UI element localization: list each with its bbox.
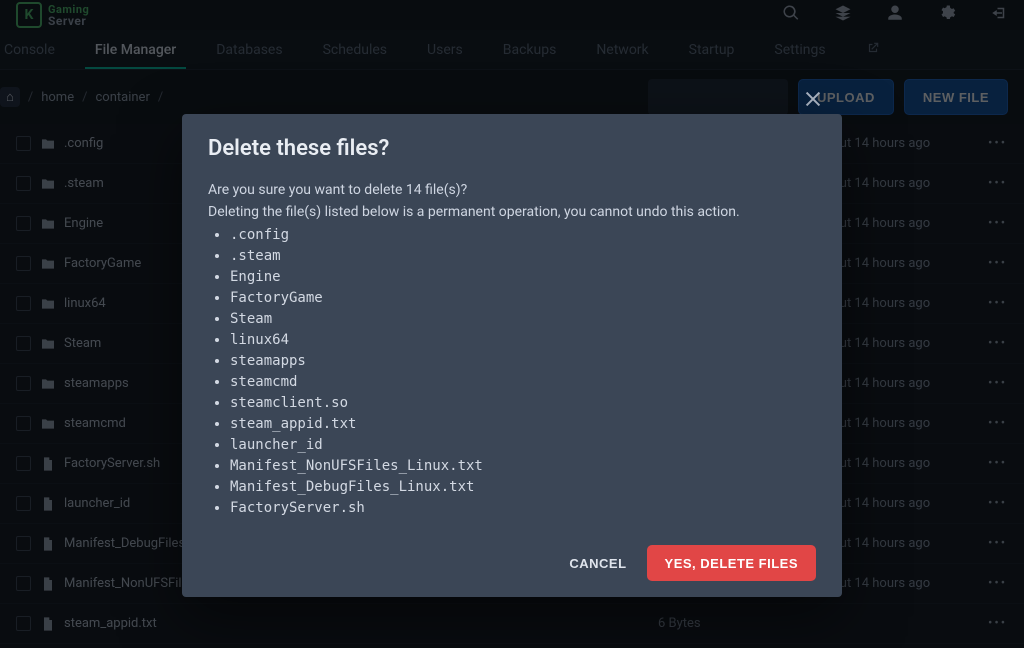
delete-files-dialog: Delete these files? Are you sure you wan… [182, 114, 842, 597]
dialog-file-item: steamcmd [230, 372, 816, 393]
dialog-file-item: Engine [230, 267, 816, 288]
dialog-file-item: Manifest_DebugFiles_Linux.txt [230, 477, 816, 498]
dialog-file-list: .config.steamEngineFactoryGameSteamlinux… [208, 225, 816, 519]
dialog-file-item: launcher_id [230, 435, 816, 456]
dialog-file-item: FactoryServer.sh [230, 498, 816, 519]
cancel-button[interactable]: CANCEL [569, 556, 626, 571]
dialog-file-item: Steam [230, 309, 816, 330]
dialog-confirm-text: Are you sure you want to delete 14 file(… [208, 179, 816, 201]
dialog-warning-text: Deleting the file(s) listed below is a p… [208, 201, 816, 223]
close-icon[interactable] [802, 88, 824, 114]
dialog-file-item: .steam [230, 246, 816, 267]
dialog-file-item: steam_appid.txt [230, 414, 816, 435]
dialog-title: Delete these files? [208, 136, 816, 161]
dialog-file-item: Manifest_NonUFSFiles_Linux.txt [230, 456, 816, 477]
dialog-file-item: .config [230, 225, 816, 246]
dialog-file-item: steamclient.so [230, 393, 816, 414]
confirm-delete-button[interactable]: YES, DELETE FILES [647, 545, 816, 581]
dialog-file-item: FactoryGame [230, 288, 816, 309]
dialog-file-item: steamapps [230, 351, 816, 372]
dialog-file-item: linux64 [230, 330, 816, 351]
